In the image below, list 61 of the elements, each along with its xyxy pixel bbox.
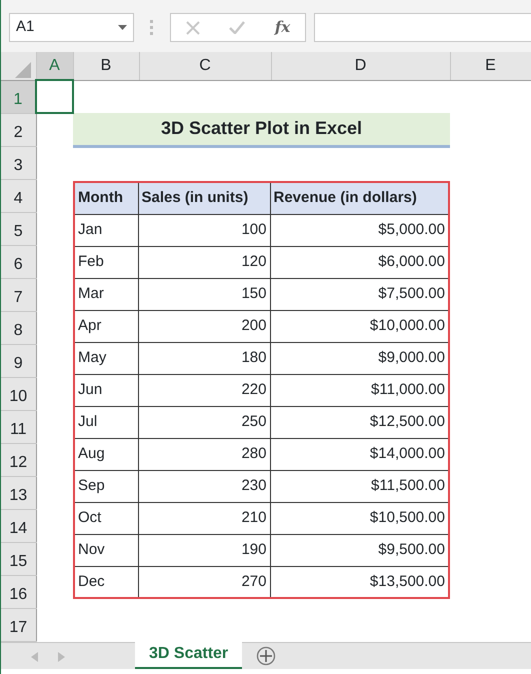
table-cell: Jul [74,406,138,438]
name-box[interactable]: A1 [9,13,134,42]
sheet-tab[interactable]: 3D Scatter [135,642,242,668]
table-cell: 150 [138,278,270,310]
row-header[interactable]: 10 [1,377,36,410]
row-header[interactable]: 8 [1,311,36,344]
table-cell: 190 [138,534,270,566]
table-cell: 180 [138,342,270,374]
row-header[interactable]: 1 [1,80,36,113]
scroll-left-icon[interactable] [31,652,38,662]
table-cell: 280 [138,438,270,470]
sheet-title: 3D Scatter Plot in Excel [73,113,450,146]
row-header[interactable]: 6 [1,245,36,278]
row-header[interactable]: 4 [1,179,36,212]
formula-bar[interactable] [314,13,531,42]
add-sheet-icon[interactable] [256,646,276,666]
table-cell: Sep [74,470,138,502]
insert-function-button[interactable]: fx [274,16,290,39]
column-heading: Revenue (in dollars) [270,182,449,214]
row-header[interactable]: 3 [1,146,36,179]
table-cell: Mar [74,278,138,310]
column-header[interactable]: D [271,52,450,80]
table-cell: 230 [138,470,270,502]
row-header[interactable]: 5 [1,212,36,245]
table-cell: 250 [138,406,270,438]
row-header[interactable]: 9 [1,344,36,377]
dropdown-icon[interactable] [118,25,127,30]
table-cell: Jun [74,374,138,406]
table-cell: Apr [74,310,138,342]
table-cell: Aug [74,438,138,470]
row-header[interactable]: 11 [1,410,36,443]
table-cell: Feb [74,246,138,278]
column-header[interactable]: B [73,52,139,80]
checkmark-icon[interactable] [229,21,246,34]
select-all-icon[interactable] [15,62,31,78]
row-header[interactable]: 13 [1,476,36,509]
row-header[interactable]: 16 [1,575,36,608]
table-cell: 210 [138,502,270,534]
column-header[interactable]: C [139,52,271,80]
row-header[interactable]: 7 [1,278,36,311]
table-cell: 120 [138,246,270,278]
table-cell: 200 [138,310,270,342]
row-header[interactable]: 12 [1,443,36,476]
column-header[interactable]: E [450,52,531,80]
table-cell: Oct [74,502,138,534]
row-header[interactable]: 14 [1,509,36,542]
scroll-right-icon[interactable] [58,652,65,662]
cancel-icon[interactable] [186,20,200,34]
column-heading: Month [74,182,138,214]
table-cell: 100 [138,214,270,246]
row-header[interactable]: 15 [1,542,36,575]
table-cell: Nov [74,534,138,566]
column-heading: Sales (in units) [138,182,270,214]
row-header[interactable]: 17 [1,608,36,641]
table-cell: May [74,342,138,374]
active-cell[interactable] [36,80,73,113]
table-cell: Jan [74,214,138,246]
grip-icon [150,20,154,36]
row-header[interactable]: 2 [1,113,36,146]
column-header[interactable]: A [36,52,73,80]
table-cell: 220 [138,374,270,406]
